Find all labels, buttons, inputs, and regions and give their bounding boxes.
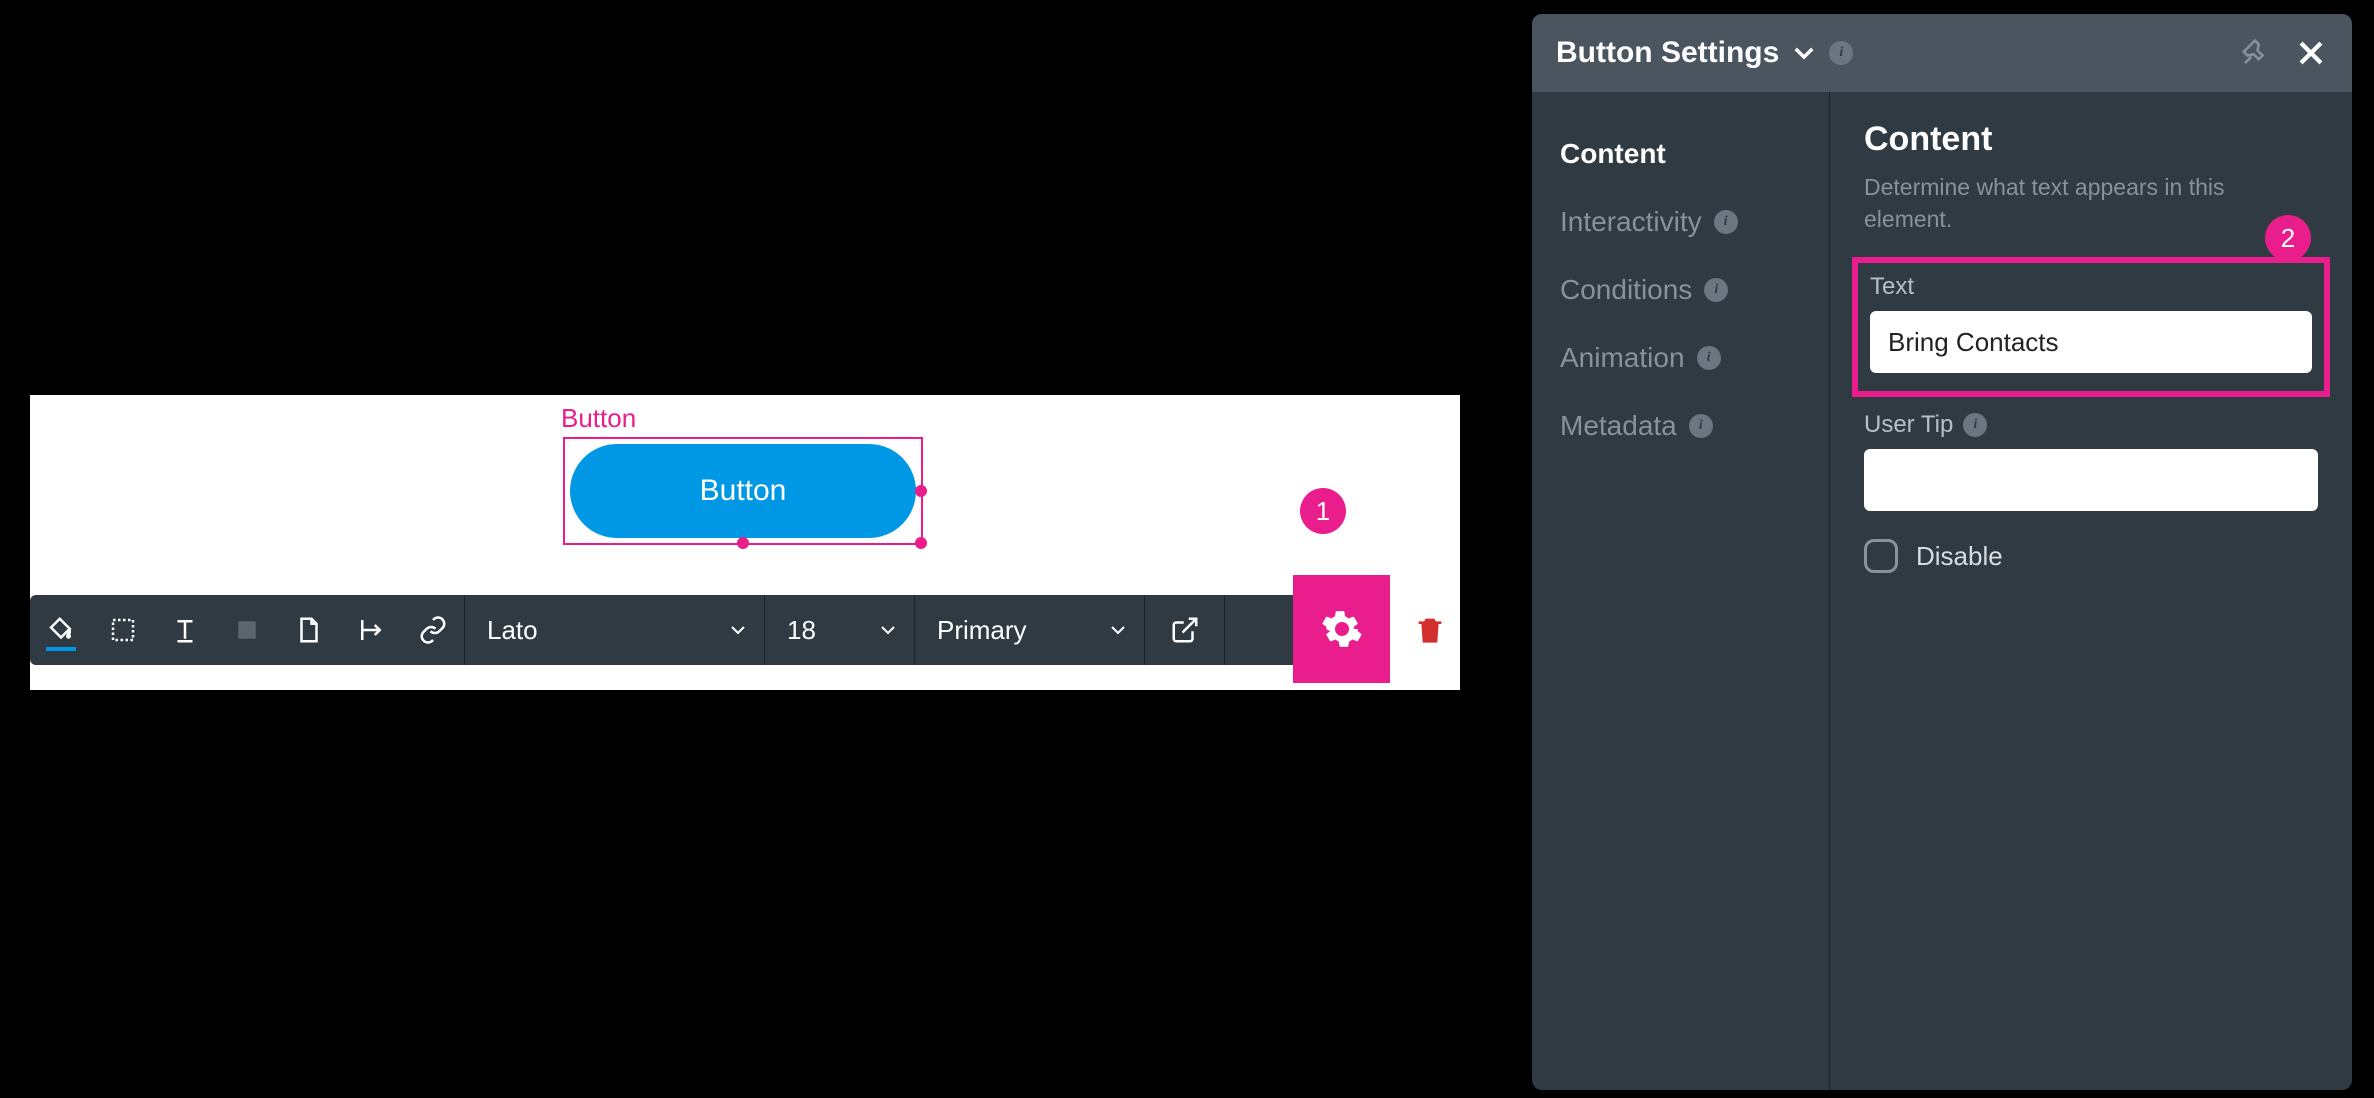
- selection-label: Button: [561, 403, 636, 434]
- text-icon: [170, 615, 200, 645]
- info-icon: i: [1704, 278, 1728, 302]
- square-fill-icon: [232, 615, 262, 645]
- annotation-badge-2: 2: [2265, 215, 2311, 261]
- font-select[interactable]: Lato: [464, 595, 764, 665]
- sidebar-item-content[interactable]: Content: [1532, 120, 1829, 188]
- font-select-value: Lato: [487, 615, 538, 646]
- panel-sidebar: Content Interactivity i Conditions i Ani…: [1532, 92, 1830, 1090]
- settings-button[interactable]: [1293, 575, 1390, 683]
- sidebar-item-label: Interactivity: [1560, 206, 1702, 238]
- content-heading: Content: [1864, 120, 2318, 159]
- disable-label: Disable: [1916, 541, 2003, 572]
- settings-panel: Button Settings i Content Interactivity …: [1532, 14, 2352, 1090]
- pin-icon[interactable]: [2240, 38, 2270, 68]
- info-icon[interactable]: i: [1829, 41, 1853, 65]
- info-icon: i: [1697, 346, 1721, 370]
- resize-handle-bottom[interactable]: [737, 537, 749, 549]
- info-icon: i: [1714, 210, 1738, 234]
- chevron-down-icon: [1110, 625, 1126, 635]
- disable-checkbox[interactable]: [1864, 539, 1898, 573]
- annotation-badge-1: 1: [1300, 488, 1346, 534]
- info-icon: i: [1689, 414, 1713, 438]
- selection-box: [563, 437, 923, 545]
- resize-handle-corner[interactable]: [915, 537, 927, 549]
- sidebar-item-conditions[interactable]: Conditions i: [1532, 256, 1829, 324]
- page-icon: [294, 615, 324, 645]
- sidebar-item-interactivity[interactable]: Interactivity i: [1532, 188, 1829, 256]
- text-input[interactable]: [1870, 311, 2312, 373]
- gear-icon: [1321, 608, 1363, 650]
- user-tip-label-text: User Tip: [1864, 411, 1953, 439]
- size-select-value: 18: [787, 615, 816, 646]
- panel-title: Button Settings: [1556, 36, 1779, 70]
- chevron-down-icon: [730, 625, 746, 635]
- sidebar-item-label: Conditions: [1560, 274, 1692, 306]
- style-select[interactable]: Primary: [914, 595, 1144, 665]
- size-select[interactable]: 18: [764, 595, 914, 665]
- chevron-down-icon: [880, 625, 896, 635]
- sidebar-item-metadata[interactable]: Metadata i: [1532, 392, 1829, 460]
- sidebar-item-label: Animation: [1560, 342, 1685, 374]
- panel-header: Button Settings i: [1532, 14, 2352, 92]
- border-button[interactable]: [92, 595, 154, 665]
- content-subtitle: Determine what text appears in this elem…: [1864, 171, 2318, 235]
- sidebar-item-label: Metadata: [1560, 410, 1677, 442]
- text-field-highlight: Text: [1852, 257, 2330, 397]
- trash-icon: [1414, 614, 1446, 646]
- corner-button[interactable]: [278, 595, 340, 665]
- format-toolbar: Lato 18 Primary: [30, 595, 1324, 665]
- border-icon: [108, 615, 138, 645]
- sidebar-item-label: Content: [1560, 138, 1666, 170]
- resize-handle-right[interactable]: [915, 485, 927, 497]
- user-tip-input[interactable]: [1864, 449, 2318, 511]
- text-format-button[interactable]: [154, 595, 216, 665]
- external-link-icon: [1170, 615, 1200, 645]
- chevron-down-icon[interactable]: [1793, 46, 1815, 60]
- link-icon: [418, 615, 448, 645]
- text-field-label: Text: [1870, 273, 2312, 301]
- link-button[interactable]: [402, 595, 464, 665]
- style-select-value: Primary: [937, 615, 1027, 646]
- delete-button[interactable]: [1400, 595, 1460, 665]
- close-icon[interactable]: [2294, 36, 2328, 70]
- external-link-button[interactable]: [1144, 595, 1224, 665]
- width-icon: [356, 615, 386, 645]
- width-button[interactable]: [340, 595, 402, 665]
- fill-color-button[interactable]: [30, 595, 92, 665]
- paint-bucket-icon: [46, 615, 76, 645]
- sidebar-item-animation[interactable]: Animation i: [1532, 324, 1829, 392]
- info-icon[interactable]: i: [1963, 413, 1987, 437]
- disable-checkbox-row[interactable]: Disable: [1864, 539, 2318, 573]
- shadow-button[interactable]: [216, 595, 278, 665]
- user-tip-label: User Tip i: [1864, 411, 2318, 439]
